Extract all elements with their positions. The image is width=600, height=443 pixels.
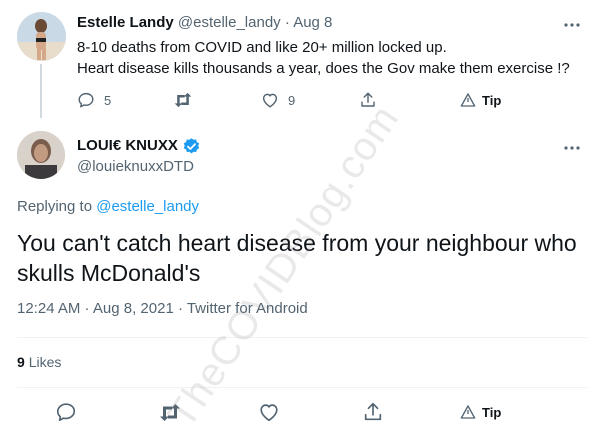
- tweet-text-line: 8-10 deaths from COVID and like 20+ mill…: [77, 39, 447, 56]
- replying-prefix: Replying to: [17, 198, 93, 215]
- likes-summary[interactable]: 9 Likes: [17, 352, 61, 372]
- reply-icon: [55, 401, 77, 423]
- like-button[interactable]: [258, 401, 280, 423]
- reply-button[interactable]: 5: [77, 89, 111, 111]
- retweet-button[interactable]: [158, 401, 182, 423]
- reply-count: 5: [104, 92, 112, 108]
- tip-label: Tip: [482, 404, 502, 420]
- display-name[interactable]: Estelle Landy: [77, 14, 174, 31]
- like-button[interactable]: 9: [261, 89, 295, 111]
- parent-tweet[interactable]: Estelle Landy @estelle_landy · Aug 8 8-1…: [0, 0, 600, 122]
- parent-action-bar: 5 9 Tip: [77, 89, 517, 111]
- tweet-date[interactable]: Aug 8: [293, 14, 332, 31]
- mention-link[interactable]: @estelle_landy: [96, 198, 199, 215]
- more-icon[interactable]: [563, 16, 581, 34]
- retweet-button[interactable]: [173, 89, 193, 111]
- handle[interactable]: @louieknuxxDTD: [77, 157, 194, 177]
- share-icon: [362, 401, 384, 423]
- retweet-icon: [173, 91, 193, 109]
- tweet-text: You can't catch heart disease from your …: [17, 230, 577, 286]
- tip-icon: [460, 92, 476, 108]
- replying-to: Replying to @estelle_landy: [17, 197, 199, 217]
- divider: [17, 387, 587, 388]
- retweet-icon: [158, 402, 182, 423]
- separator: ·: [284, 14, 290, 31]
- thread-line: [40, 64, 42, 118]
- like-count: 9: [288, 92, 296, 108]
- share-button[interactable]: [362, 401, 384, 423]
- display-name[interactable]: LOUI€ KNUXX: [77, 136, 201, 156]
- avatar[interactable]: [17, 131, 65, 179]
- tweet-text-line: Heart disease kills thousands a year, do…: [77, 60, 570, 77]
- parent-tweet-header: Estelle Landy @estelle_landy · Aug 8: [77, 13, 332, 33]
- tip-button[interactable]: Tip: [460, 401, 501, 423]
- tip-label: Tip: [482, 92, 502, 108]
- likes-count: 9: [17, 354, 25, 370]
- likes-label: Likes: [28, 354, 62, 370]
- main-action-bar: Tip: [55, 401, 555, 423]
- avatar[interactable]: [17, 12, 66, 61]
- more-icon[interactable]: [563, 139, 581, 157]
- like-icon: [258, 401, 280, 423]
- parent-tweet-text: 8-10 deaths from COVID and like 20+ mill…: [77, 37, 587, 79]
- share-icon: [359, 91, 377, 109]
- display-name-text: LOUI€ KNUXX: [77, 137, 178, 154]
- verified-icon: [182, 137, 201, 156]
- tip-icon: [460, 404, 476, 420]
- tip-button[interactable]: Tip: [460, 89, 501, 111]
- divider: [17, 337, 587, 338]
- like-icon: [261, 91, 279, 109]
- share-button[interactable]: [359, 89, 377, 111]
- reply-button[interactable]: [55, 401, 77, 423]
- reply-icon: [77, 91, 95, 109]
- handle[interactable]: @estelle_landy: [178, 14, 281, 31]
- tweet-timestamp[interactable]: 12:24 AM · Aug 8, 2021 · Twitter for And…: [17, 299, 308, 319]
